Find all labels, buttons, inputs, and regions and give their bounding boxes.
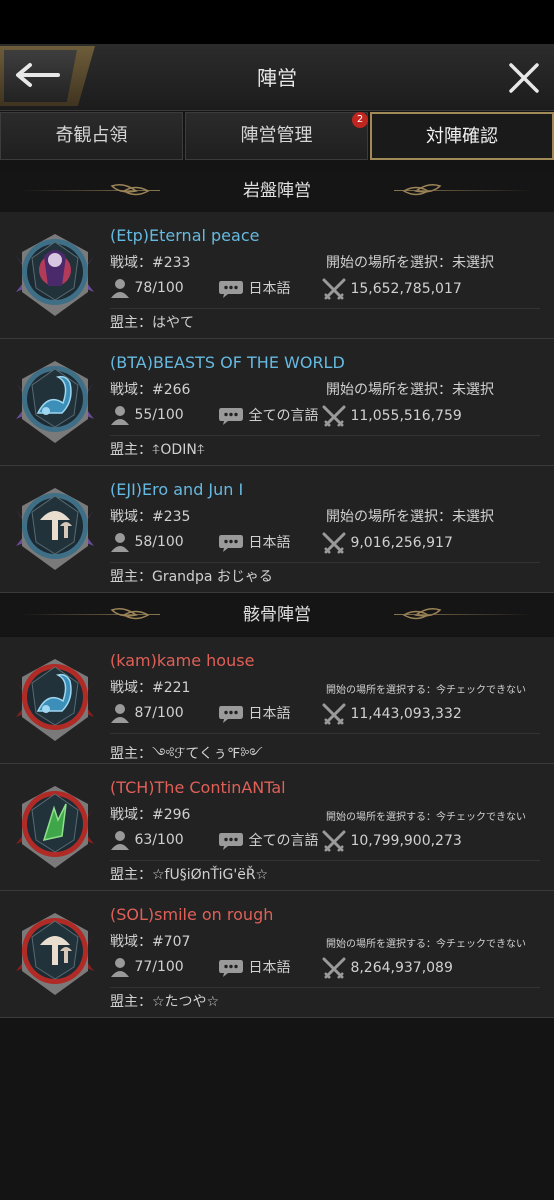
guild-name: (Etp)Eternal peace <box>110 226 260 245</box>
member-count: 77/100 <box>134 959 184 975</box>
member-icon <box>111 406 129 425</box>
member-count: 55/100 <box>134 407 184 423</box>
crossed-swords-icon <box>322 830 346 852</box>
guild-name: (TCH)The ContinANTal <box>110 778 286 797</box>
guild-card[interactable]: (kam)kame house 戦域：#221 開始の場所を選択する：今チェックでき… <box>0 637 554 764</box>
crossed-swords-icon <box>322 405 346 427</box>
guild-card[interactable]: (EJI)Ero and Jun I 戦域：#235 開始の場所を選択：未選択 58… <box>0 466 554 593</box>
language-chat-icon <box>219 281 243 298</box>
divider <box>110 987 540 988</box>
faction-title: 岩盤陣営 <box>243 181 311 201</box>
member-icon <box>111 958 129 977</box>
start-location-status: 開始の場所を選択：未選択 <box>326 255 494 271</box>
guild-emblem-icon <box>16 361 94 443</box>
divider <box>110 308 540 309</box>
notification-badge: 2 <box>352 112 368 128</box>
guild-emblem-icon <box>16 786 94 868</box>
divider <box>110 733 540 734</box>
ornament-leaf-icon <box>110 608 150 620</box>
guild-leader: 盟主：☆fU§iØnŤiG'ëŘ☆ <box>110 867 269 883</box>
faction-section-header: 骸骨陣営 <box>0 594 554 636</box>
server-label: 戦域：#296 <box>110 807 191 823</box>
guild-emblem-icon <box>16 488 94 570</box>
start-location-status: 開始の場所を選択する：今チェックできない <box>326 939 526 950</box>
guild-language: 全ての言語 <box>248 833 319 849</box>
tab-faction-management[interactable]: 陣営管理 <box>185 112 368 160</box>
close-icon[interactable] <box>506 60 542 96</box>
guild-leader: 盟主：☆たつや☆ <box>110 994 220 1010</box>
crossed-swords-icon <box>322 278 346 300</box>
guild-emblem-icon <box>16 234 94 316</box>
guild-language: 日本語 <box>248 535 291 551</box>
guild-language: 全ての言語 <box>248 408 319 424</box>
ornament-leaf-icon <box>110 184 150 196</box>
guild-card[interactable]: (SOL)smile on rough 戦域：#707 開始の場所を選択する：今チェ… <box>0 891 554 1018</box>
page-title: 陣営 <box>257 66 297 90</box>
server-label: 戦域：#707 <box>110 934 191 950</box>
divider <box>110 562 540 563</box>
start-location-status: 開始の場所を選択：未選択 <box>326 382 494 398</box>
ornament-leaf-icon <box>402 608 442 620</box>
guild-power: 15,652,785,017 <box>350 281 462 297</box>
tab-bar: 奇観占領 陣営管理 対陣確認 <box>0 112 554 162</box>
ornament-leaf-icon <box>402 184 442 196</box>
guild-power: 11,443,093,332 <box>350 706 462 722</box>
guild-leader: 盟主：⍏ODIN⍏ <box>110 442 206 458</box>
guild-card[interactable]: (BTA)BEASTS OF THE WORLD 戦域：#266 開始の場所を選択：… <box>0 339 554 466</box>
guild-power: 10,799,900,273 <box>350 833 462 849</box>
member-count: 58/100 <box>134 534 184 550</box>
tab-wonder-occupation[interactable]: 奇観占領 <box>0 112 183 160</box>
server-label: 戦域：#221 <box>110 680 191 696</box>
language-chat-icon <box>219 960 243 977</box>
language-chat-icon <box>219 408 243 425</box>
guild-name: (BTA)BEASTS OF THE WORLD <box>110 353 345 372</box>
member-count: 78/100 <box>134 280 184 296</box>
guild-emblem-icon <box>16 913 94 995</box>
language-chat-icon <box>219 535 243 552</box>
guild-power: 8,264,937,089 <box>350 960 453 976</box>
guild-leader: 盟主：Grandpa おじゃる <box>110 569 273 585</box>
guild-name: (EJI)Ero and Jun I <box>110 480 244 499</box>
server-label: 戦域：#233 <box>110 255 191 271</box>
guild-language: 日本語 <box>248 281 291 297</box>
divider <box>110 435 540 436</box>
divider <box>110 860 540 861</box>
member-count: 87/100 <box>134 705 184 721</box>
start-location-status: 開始の場所を選択する：今チェックできない <box>326 812 526 823</box>
guild-language: 日本語 <box>248 706 291 722</box>
guild-card[interactable]: (Etp)Eternal peace 戦域：#233 開始の場所を選択：未選択 78… <box>0 212 554 339</box>
crossed-swords-icon <box>322 957 346 979</box>
start-location-status: 開始の場所を選択：未選択 <box>326 509 494 525</box>
server-label: 戦域：#266 <box>110 382 191 398</box>
crossed-swords-icon <box>322 532 346 554</box>
member-icon <box>111 533 129 552</box>
guild-card[interactable]: (TCH)The ContinANTal 戦域：#296 開始の場所を選択する：今チ… <box>0 764 554 891</box>
faction-title: 骸骨陣営 <box>243 605 311 625</box>
server-label: 戦域：#235 <box>110 509 191 525</box>
crossed-swords-icon <box>322 703 346 725</box>
guild-power: 11,055,516,759 <box>350 408 462 424</box>
member-count: 63/100 <box>134 832 184 848</box>
guild-language: 日本語 <box>248 960 291 976</box>
guild-emblem-icon <box>16 659 94 741</box>
guild-name: (SOL)smile on rough <box>110 905 274 924</box>
language-chat-icon <box>219 706 243 723</box>
member-icon <box>111 704 129 723</box>
guild-leader: 盟主：はやて <box>110 315 194 331</box>
status-bar <box>0 0 554 44</box>
tab-matchup-check[interactable]: 対陣確認 <box>370 112 554 160</box>
start-location-status: 開始の場所を選択する：今チェックできない <box>326 685 526 696</box>
member-icon <box>111 279 129 298</box>
faction-section-header: 岩盤陣営 <box>0 170 554 212</box>
language-chat-icon <box>219 833 243 850</box>
guild-name: (kam)kame house <box>110 651 255 670</box>
member-icon <box>111 831 129 850</box>
guild-power: 9,016,256,917 <box>350 535 453 551</box>
